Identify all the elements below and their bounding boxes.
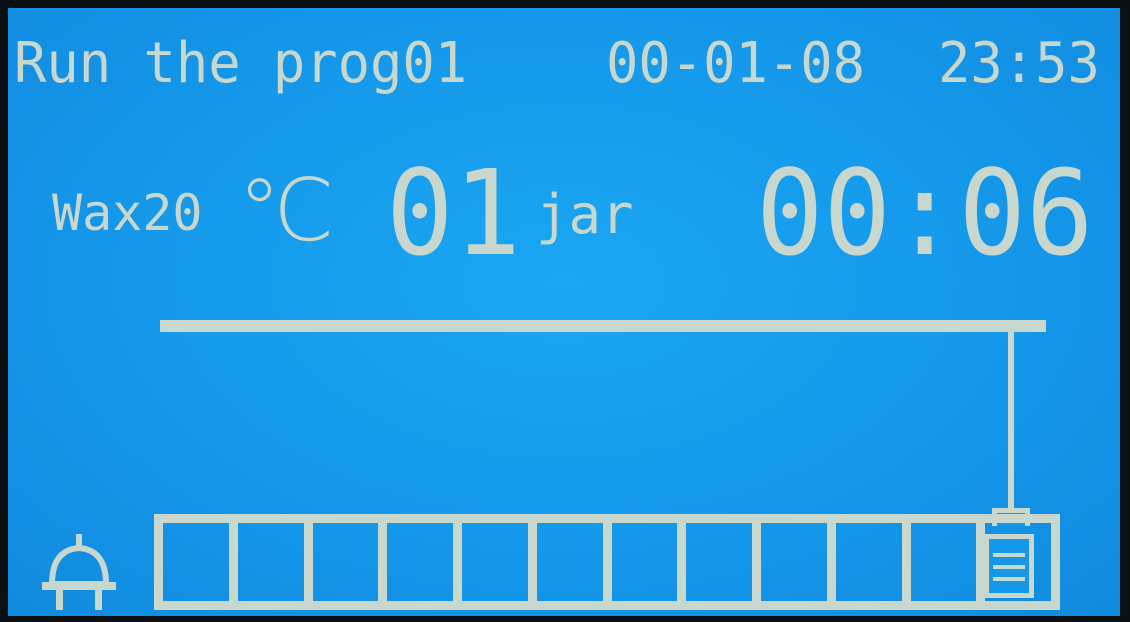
- rail-hanger: [1008, 320, 1014, 518]
- date-display: 00-01-08: [606, 31, 865, 96]
- basket-bar: [993, 565, 1025, 569]
- jar-unit-label: jar: [536, 183, 634, 246]
- celsius-unit: ℃: [238, 161, 335, 261]
- jar-number: 01: [386, 144, 521, 282]
- process-timer: 00:06: [756, 144, 1094, 282]
- basket-bar: [993, 577, 1025, 581]
- jar-slot: [378, 514, 462, 610]
- basket-bar: [993, 553, 1025, 557]
- jar-slot: [154, 514, 238, 610]
- jar-slot: [527, 514, 612, 610]
- jar-slot: [228, 514, 313, 610]
- jar-slot: [303, 514, 388, 610]
- plug-icon: [42, 534, 116, 610]
- clock-display: 23:53: [938, 31, 1100, 96]
- wax-temperature: Wax20: [52, 184, 203, 242]
- jar-slot: [752, 514, 836, 610]
- jar-slot: [901, 514, 986, 610]
- lcd-screen: Run the prog01 00-01-08 23:53 Wax20 ℃ 01…: [8, 8, 1120, 616]
- jar-track: [154, 514, 1060, 614]
- basket-icon: [984, 534, 1034, 598]
- jar-slot: [677, 514, 761, 610]
- jar-slot: [453, 514, 537, 610]
- jar-slot: [826, 514, 911, 610]
- transfer-rail: [160, 320, 1046, 332]
- program-status: Run the prog01: [14, 31, 468, 96]
- jar-slot: [602, 514, 687, 610]
